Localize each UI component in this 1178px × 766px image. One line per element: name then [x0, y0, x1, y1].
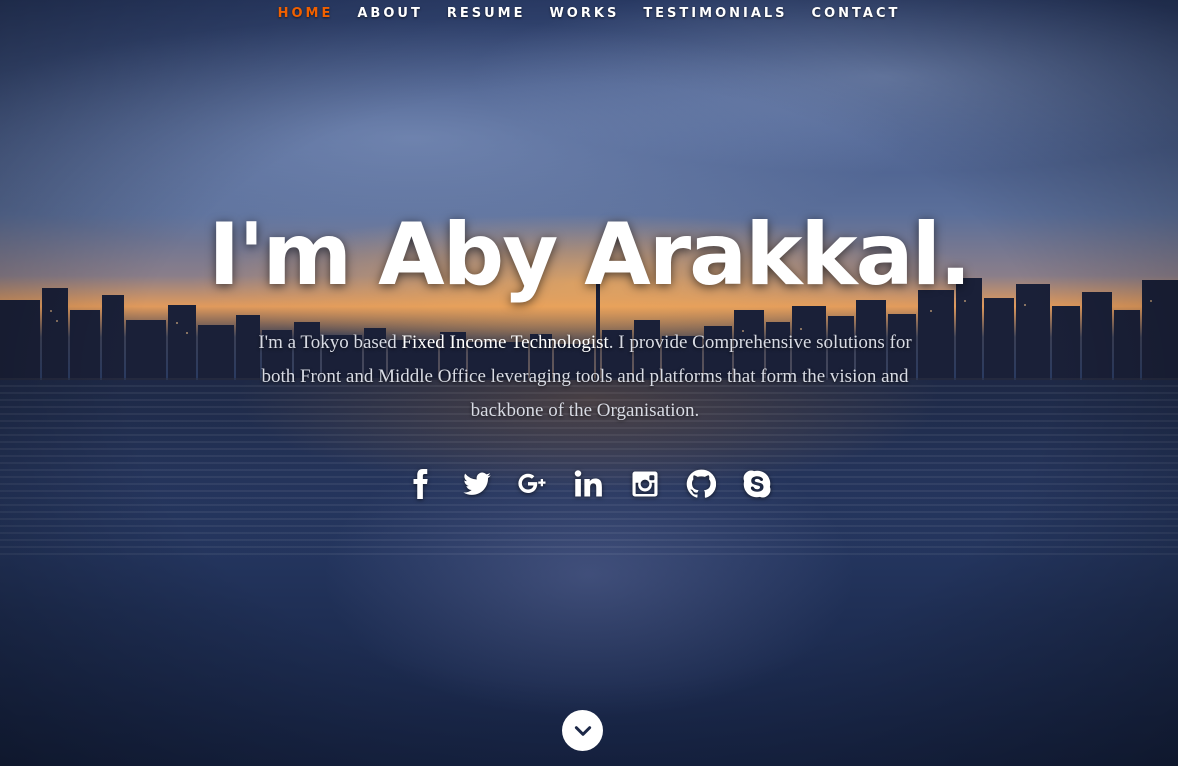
intro-text-before: I'm a Tokyo based: [258, 332, 402, 353]
banner-intro: I'm a Tokyo based Fixed Income Technolog…: [240, 326, 930, 428]
nav-item-home[interactable]: HOME: [266, 6, 346, 21]
skype-icon[interactable]: [742, 467, 772, 501]
instagram-icon[interactable]: [630, 467, 660, 501]
twitter-icon[interactable]: [462, 467, 492, 501]
nav-item-contact[interactable]: CONTACT: [800, 6, 913, 21]
google-plus-icon[interactable]: [518, 467, 548, 501]
chevron-down-icon: [574, 725, 591, 736]
social-links: [0, 467, 1178, 501]
intro-highlight: Fixed Income Technologist: [401, 332, 609, 353]
nav-item-works[interactable]: WORKS: [537, 6, 631, 21]
github-icon[interactable]: [686, 467, 716, 501]
linkedin-icon[interactable]: [574, 467, 604, 501]
nav-item-about[interactable]: ABOUT: [345, 6, 434, 21]
main-navigation: HOME ABOUT RESUME WORKS TESTIMONIALS CON…: [0, 0, 1178, 26]
facebook-icon[interactable]: [406, 467, 436, 501]
nav-item-resume[interactable]: RESUME: [435, 6, 538, 21]
banner-headline: I'm Aby Arakkal.: [208, 205, 972, 305]
scroll-down-button[interactable]: [562, 710, 603, 751]
nav-item-testimonials[interactable]: TESTIMONIALS: [631, 6, 799, 21]
